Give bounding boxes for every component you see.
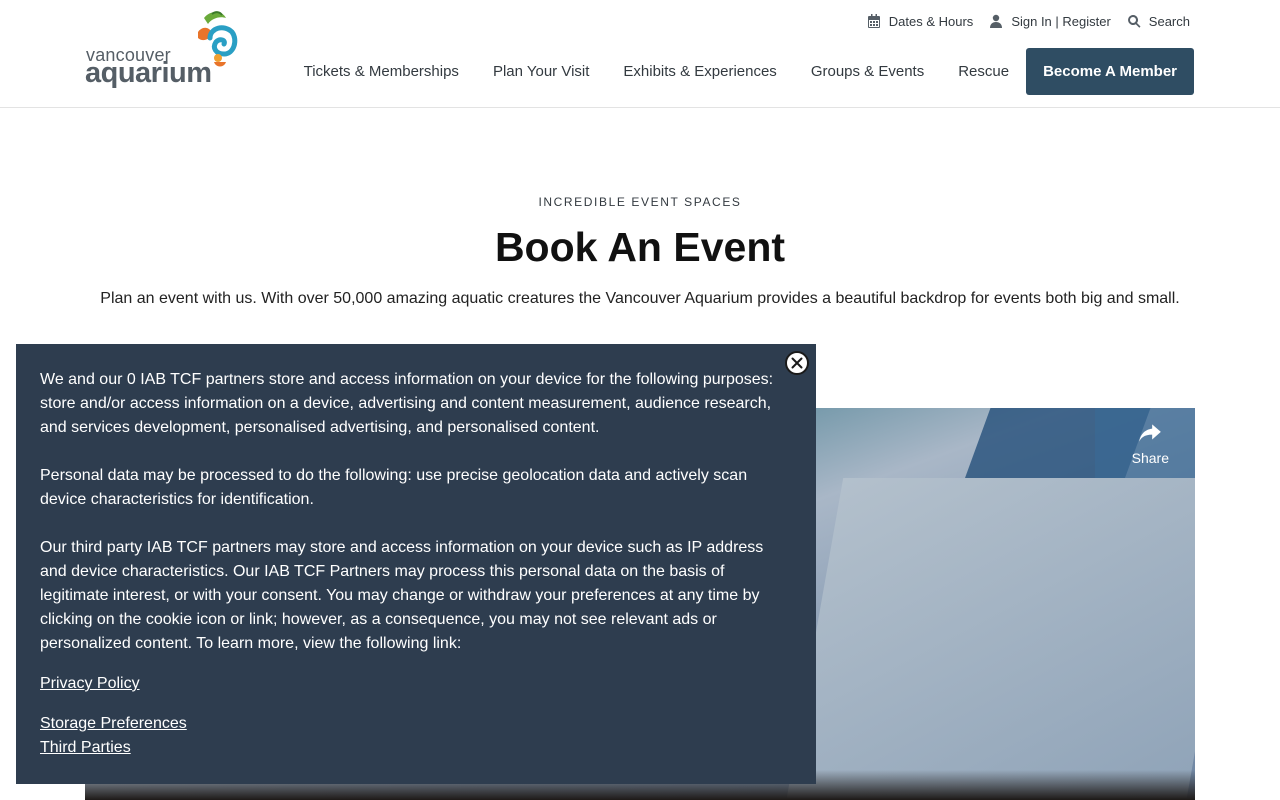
logo-fish-mark-icon (198, 11, 238, 67)
user-icon (990, 14, 1003, 28)
search-label: Search (1148, 13, 1190, 29)
sign-in-label: Sign In | Register (1011, 13, 1111, 29)
video-frame-shape (786, 478, 1195, 798)
page-title: Book An Event (494, 224, 786, 270)
cookie-consent-dialog: We and our 0 IAB TCF partners store and … (16, 344, 816, 784)
utility-bar: Dates & Hours Sign In | Register Search (867, 10, 1190, 32)
site-header: vancouver aquarium Dates & Hours Sign In… (0, 0, 1280, 108)
dates-hours-link[interactable]: Dates & Hours (867, 13, 974, 29)
search-icon (1127, 15, 1141, 28)
close-consent-button[interactable] (785, 351, 809, 375)
main-nav: Tickets & Memberships Plan Your Visit Ex… (287, 48, 1194, 95)
consent-paragraph-personal-data: Personal data may be processed to do the… (40, 467, 748, 508)
nav-rescue[interactable]: Rescue (941, 48, 1026, 95)
share-button[interactable]: Share (1132, 420, 1169, 466)
share-label: Share (1131, 450, 1169, 466)
vancouver-aquarium-logo[interactable]: vancouver aquarium (85, 10, 240, 88)
search-link[interactable]: Search (1127, 14, 1190, 29)
dates-hours-label: Dates & Hours (888, 13, 974, 29)
calendar-icon (867, 14, 880, 28)
page-intro: Plan an event with us. With over 50,000 … (100, 290, 1180, 307)
third-parties-link[interactable]: Third Parties (40, 736, 792, 760)
privacy-policy-link[interactable]: Privacy Policy (40, 672, 792, 696)
storage-preferences-link[interactable]: Storage Preferences (40, 712, 792, 736)
nav-tickets-memberships[interactable]: Tickets & Memberships (287, 48, 476, 95)
nav-groups-events[interactable]: Groups & Events (794, 48, 941, 95)
consent-paragraph-purposes: We and our 0 IAB TCF partners store and … (40, 371, 774, 436)
sign-in-register-link[interactable]: Sign In | Register (989, 13, 1111, 29)
nav-exhibits-experiences[interactable]: Exhibits & Experiences (606, 48, 793, 95)
section-eyebrow: INCREDIBLE EVENT SPACES (538, 195, 742, 209)
become-a-member-button[interactable]: Become A Member (1026, 48, 1194, 95)
close-icon (791, 357, 803, 369)
share-arrow-icon (1139, 424, 1162, 442)
consent-paragraph-partners: Our third party IAB TCF partners may sto… (40, 539, 764, 652)
nav-plan-your-visit[interactable]: Plan Your Visit (476, 48, 606, 95)
